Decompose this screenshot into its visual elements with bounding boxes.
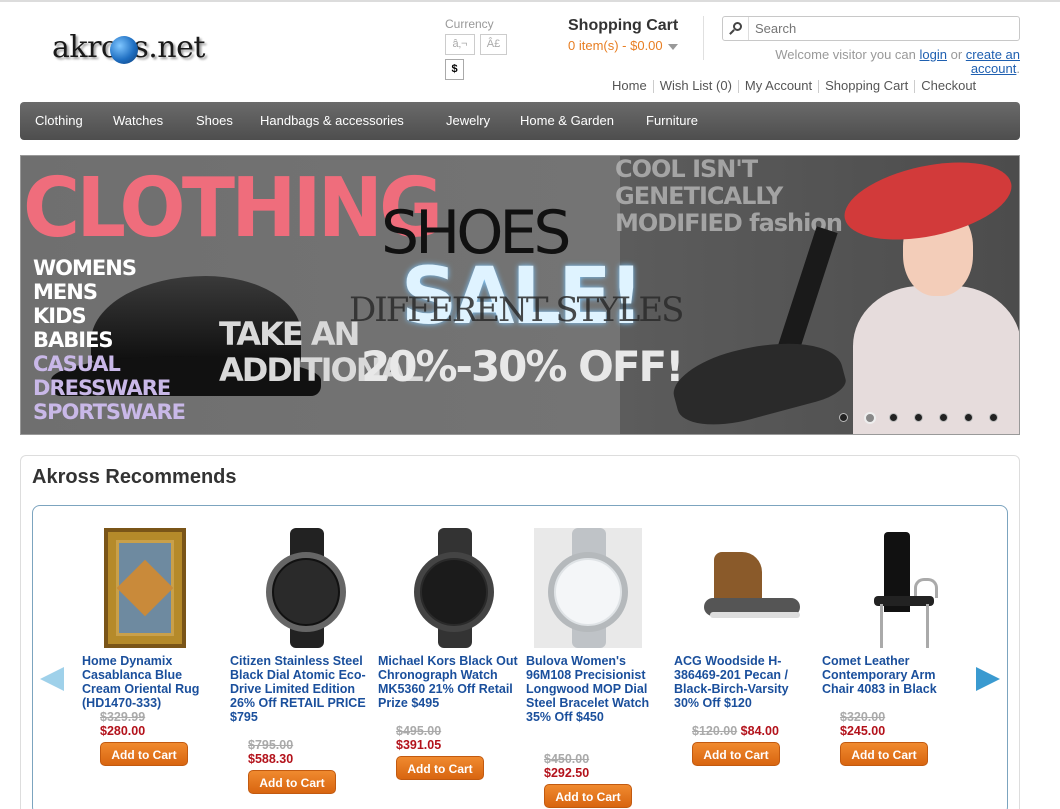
hero-banner[interactable]: CLOTHING WOMENS MENS KIDS BABIES CASUAL … bbox=[20, 155, 1020, 435]
cart-summary[interactable]: 0 item(s) - $0.00 bbox=[568, 38, 678, 53]
watch-image[interactable] bbox=[400, 528, 510, 648]
nav-item-watches[interactable]: Watches bbox=[113, 113, 163, 128]
product-name[interactable]: Comet Leather Contemporary Arm Chair 408… bbox=[822, 654, 962, 696]
toplink-checkout[interactable]: Checkout bbox=[921, 78, 976, 93]
product-prices: $120.00 $84.00 bbox=[692, 724, 822, 738]
nav-item-shoes[interactable]: Shoes bbox=[196, 113, 233, 128]
nav-item-clothing[interactable]: Clothing bbox=[35, 113, 83, 128]
add-to-cart-button[interactable]: Add to Cart bbox=[248, 770, 336, 794]
toplink-shopping-cart[interactable]: Shopping Cart bbox=[825, 78, 908, 93]
currency-euro-button[interactable]: â‚¬ bbox=[445, 34, 475, 55]
cart-summary-text: 0 item(s) - $0.00 bbox=[568, 38, 663, 53]
currency-label: Currency bbox=[445, 17, 494, 31]
header-divider bbox=[703, 16, 704, 60]
product-prices: $329.99 $280.00 bbox=[100, 710, 230, 738]
banner-collage-text: COOL ISN'T GENETICALLY MODIFIED fashion bbox=[615, 155, 843, 237]
currency-pound-button[interactable]: Â£ bbox=[480, 34, 507, 55]
slider-dot[interactable] bbox=[839, 413, 848, 422]
welcome-or: or bbox=[950, 47, 963, 62]
slider-dot[interactable] bbox=[914, 413, 923, 422]
banner-category: MENS bbox=[33, 280, 98, 304]
toplink-home[interactable]: Home bbox=[612, 78, 647, 93]
currency-dollar-button[interactable]: $ bbox=[445, 59, 464, 80]
site-logo[interactable]: akross.net bbox=[52, 26, 232, 76]
search-box bbox=[722, 16, 1020, 41]
rug-image[interactable] bbox=[104, 528, 186, 648]
product-prices: $450.00 $292.50 bbox=[544, 752, 674, 780]
product-prices: $320.00 $245.00 bbox=[840, 710, 970, 738]
product-old-price: $329.99 bbox=[100, 710, 146, 724]
divider bbox=[652, 80, 654, 94]
product-name[interactable]: Citizen Stainless Steel Black Dial Atomi… bbox=[230, 654, 370, 724]
product-old-price: $795.00 bbox=[248, 738, 294, 752]
product-prices: $795.00 $588.30 bbox=[248, 738, 378, 766]
banner-category: BABIES bbox=[33, 328, 114, 352]
product-old-price: $320.00 bbox=[840, 710, 886, 724]
recommends-title: Akross Recommends bbox=[32, 466, 237, 488]
divider bbox=[914, 80, 916, 94]
globe-icon bbox=[110, 36, 138, 64]
add-to-cart-button[interactable]: Add to Cart bbox=[544, 784, 632, 808]
product-new-price: $588.30 bbox=[248, 752, 294, 766]
chair-image[interactable] bbox=[844, 528, 954, 648]
welcome-message: Welcome visitor you can login or create … bbox=[775, 47, 1020, 76]
product-prices: $495.00 $391.05 bbox=[396, 724, 526, 752]
top-links: Home Wish List (0) My Account Shopping Cart… bbox=[612, 78, 976, 94]
boot-image[interactable] bbox=[696, 528, 806, 648]
banner-category: WOMENS bbox=[33, 256, 137, 280]
product-new-price: $245.00 bbox=[840, 724, 886, 738]
product-name[interactable]: Bulova Women's 96M108 Precisionist Longw… bbox=[526, 654, 666, 724]
product-name[interactable]: Home Dynamix Casablanca Blue Cream Orien… bbox=[82, 654, 222, 710]
add-to-cart-button[interactable]: Add to Cart bbox=[396, 756, 484, 780]
product-new-price: $391.05 bbox=[396, 738, 442, 752]
product-new-price: $280.00 bbox=[100, 724, 146, 738]
add-to-cart-button[interactable]: Add to Cart bbox=[100, 742, 188, 766]
product-old-price: $450.00 bbox=[544, 752, 590, 766]
add-to-cart-button[interactable]: Add to Cart bbox=[692, 742, 780, 766]
add-to-cart-button[interactable]: Add to Cart bbox=[840, 742, 928, 766]
top-border bbox=[0, 0, 1060, 2]
product-old-price: $120.00 bbox=[692, 724, 738, 738]
slider-dot[interactable] bbox=[964, 413, 973, 422]
slider-dot[interactable] bbox=[939, 413, 948, 422]
divider bbox=[737, 80, 739, 94]
slider-dot[interactable] bbox=[889, 413, 898, 422]
carousel-next-arrow-icon[interactable] bbox=[974, 667, 1000, 691]
carousel-prev-arrow-icon[interactable] bbox=[40, 667, 66, 691]
banner-categories: WOMENS MENS KIDS BABIES CASUAL DRESSWARE… bbox=[33, 256, 186, 424]
toplink-my-account[interactable]: My Account bbox=[745, 78, 812, 93]
slider-dot[interactable] bbox=[989, 413, 998, 422]
nav-item-jewelry[interactable]: Jewelry bbox=[446, 113, 490, 128]
main-navigation: Clothing Watches Shoes Handbags & access… bbox=[20, 102, 1020, 140]
nav-item-furniture[interactable]: Furniture bbox=[646, 113, 698, 128]
banner-category: KIDS bbox=[33, 304, 87, 328]
nav-item-handbags[interactable]: Handbags & accessories bbox=[260, 113, 404, 128]
product-new-price: $84.00 bbox=[740, 724, 779, 738]
banner-category: SPORTSWARE bbox=[33, 400, 186, 424]
cart-title: Shopping Cart bbox=[568, 17, 679, 34]
banner-fashion-panel: COOL ISN'T GENETICALLY MODIFIED fashion bbox=[613, 155, 1019, 434]
model-image bbox=[837, 156, 1019, 434]
nav-item-home-garden[interactable]: Home & Garden bbox=[520, 113, 614, 128]
product-new-price: $292.50 bbox=[544, 766, 590, 780]
login-link[interactable]: login bbox=[920, 47, 947, 62]
banner-headline: CLOTHING bbox=[23, 161, 443, 256]
toplink-wish-list[interactable]: Wish List (0) bbox=[660, 78, 732, 93]
slider-dot[interactable] bbox=[864, 412, 876, 424]
chevron-down-icon bbox=[667, 43, 678, 50]
search-icon[interactable] bbox=[723, 17, 749, 40]
welcome-prefix: Welcome visitor you can bbox=[775, 47, 916, 62]
watch-image[interactable] bbox=[252, 528, 362, 648]
banner-category: DRESSWARE bbox=[33, 376, 171, 400]
banner-category: CASUAL bbox=[33, 352, 121, 376]
search-input[interactable] bbox=[755, 20, 1010, 37]
product-name[interactable]: Michael Kors Black Out Chronograph Watch… bbox=[378, 654, 518, 710]
product-name[interactable]: ACG Woodside H-386469-201 Pecan / Black-… bbox=[674, 654, 814, 710]
create-account-link[interactable]: create an account bbox=[966, 47, 1020, 76]
watch-image[interactable] bbox=[534, 528, 642, 648]
divider bbox=[818, 80, 820, 94]
product-old-price: $495.00 bbox=[396, 724, 442, 738]
